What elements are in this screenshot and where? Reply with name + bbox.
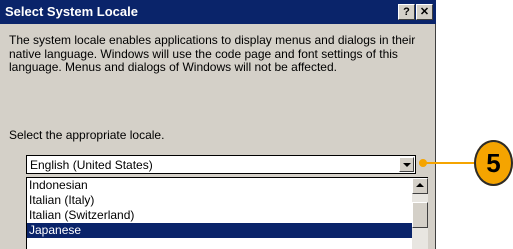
locale-dropdown-list[interactable]: Indonesian Italian (Italy) Italian (Swit… [26,177,428,249]
scroll-thumb[interactable] [412,202,428,228]
step-callout-badge: 5 [474,140,513,186]
close-button[interactable]: ✕ [416,4,433,20]
locale-option-italian-switzerland[interactable]: Italian (Switzerland) [27,208,412,223]
step-number: 5 [486,148,501,178]
chevron-down-icon [403,163,411,167]
locale-description: The system locale enables applications t… [9,33,416,74]
dropdown-arrow-button[interactable] [399,157,414,172]
locale-option-italian-italy[interactable]: Italian (Italy) [27,193,412,208]
locale-combobox[interactable]: English (United States) [26,155,416,174]
select-system-locale-dialog: Select System Locale ? ✕ The system loca… [0,0,436,249]
callout-pointer-line [424,162,477,164]
chevron-up-icon [416,183,424,187]
locale-combobox-value: English (United States) [30,158,153,172]
locale-prompt: Select the appropriate locale. [9,128,165,142]
title-bar: Select System Locale ? ✕ [0,0,436,24]
callout-pointer-dot [419,159,427,167]
list-scrollbar[interactable] [412,178,428,249]
locale-option-japanese[interactable]: Japanese [27,223,412,238]
dialog-title: Select System Locale [5,4,138,19]
help-button[interactable]: ? [398,4,415,20]
scroll-up-button[interactable] [412,178,428,194]
locale-option-indonesian[interactable]: Indonesian [27,178,412,193]
